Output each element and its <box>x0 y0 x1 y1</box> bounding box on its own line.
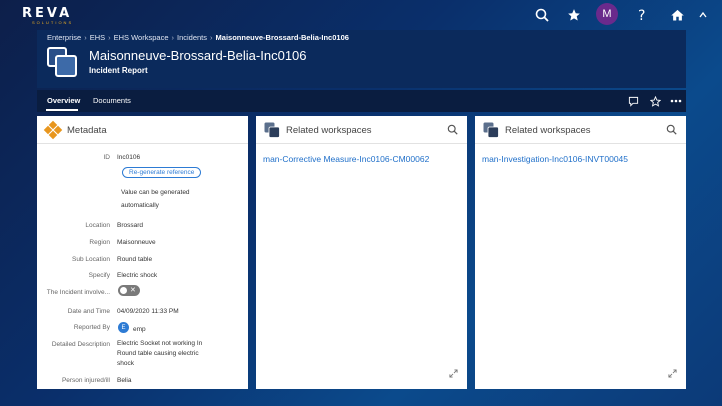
active-tab-indicator <box>46 109 78 111</box>
page-subtitle: Incident Report <box>89 66 148 75</box>
reported-by-name[interactable]: emp <box>133 326 146 333</box>
reporter-avatar: E <box>118 322 129 333</box>
user-avatar[interactable]: M <box>596 3 618 25</box>
field-value: Brossard <box>117 222 144 229</box>
related-workspace-link[interactable]: man-Investigation-Inc0106-INVT00045 <box>482 154 628 164</box>
breadcrumb-ehs-workspace[interactable]: EHS Workspace <box>114 33 169 42</box>
star-icon[interactable] <box>563 4 585 26</box>
top-bar: REVA SOLUTIONS M ? <box>0 0 722 30</box>
home-icon[interactable] <box>666 4 688 26</box>
breadcrumb-current: Maisonneuve-Brossard-Belia-Inc0106 <box>215 33 349 42</box>
reva-logo[interactable]: REVA SOLUTIONS <box>22 7 82 26</box>
favorite-star-icon[interactable] <box>648 94 662 108</box>
breadcrumb-separator: › <box>210 33 213 42</box>
metadata-card-header: Metadata <box>37 116 248 144</box>
field-label: Location <box>85 222 110 229</box>
field-label: Region <box>89 239 110 246</box>
description-value: Electric Socket not working In Round tab… <box>117 340 203 367</box>
expand-icon[interactable] <box>449 369 459 379</box>
related-workspaces-header: Related workspaces <box>256 116 467 144</box>
breadcrumb-ehs[interactable]: EHS <box>90 33 105 42</box>
regenerate-reference-button[interactable]: Re-generate reference <box>122 167 202 178</box>
logo-text: REVA <box>22 6 73 21</box>
tab-documents[interactable]: Documents <box>93 96 131 105</box>
related-workspaces-title: Related workspaces <box>505 125 591 136</box>
breadcrumb-separator: › <box>171 33 175 42</box>
metadata-icon <box>43 120 63 140</box>
breadcrumb-incidents[interactable]: Incidents <box>177 33 207 42</box>
workspace-icon <box>264 122 280 138</box>
field-label: Reported By <box>73 324 110 331</box>
field-label: ID <box>103 154 111 161</box>
incident-involve-toggle[interactable]: ✕ <box>118 285 140 296</box>
field-label: Specify <box>88 272 110 279</box>
comment-icon[interactable] <box>626 94 640 108</box>
help-icon[interactable]: ? <box>631 4 653 26</box>
page-title: Maisonneuve-Brossard-Belia-Inc0106 <box>89 48 307 63</box>
regenerate-note: Value can be generated automatically <box>121 189 190 209</box>
breadcrumb-separator: › <box>108 33 111 42</box>
field-value: Round table <box>117 256 153 263</box>
search-icon[interactable] <box>666 124 678 136</box>
field-label: The Incident involve... <box>46 289 110 296</box>
workspace-icon <box>47 47 77 77</box>
field-value: Maisonneuve <box>117 239 156 246</box>
related-workspaces-card-2: Related workspaces man-Investigation-Inc… <box>475 116 686 389</box>
breadcrumb-separator: › <box>84 33 87 42</box>
related-workspaces-card-1: Related workspaces man-Corrective Measur… <box>256 116 467 389</box>
field-value: Inc0106 <box>117 154 141 161</box>
tab-overview[interactable]: Overview <box>47 96 80 105</box>
search-icon[interactable] <box>531 4 553 26</box>
workspace-header: Enterprise › EHS › EHS Workspace › Incidents › M… <box>37 30 686 88</box>
metadata-title: Metadata <box>67 125 107 136</box>
workspace-icon <box>483 122 499 138</box>
field-label: Detailed Description <box>51 341 110 348</box>
related-workspace-link[interactable]: man-Corrective Measure-Inc0106-CM00062 <box>263 154 429 164</box>
breadcrumb: Enterprise › EHS › EHS Workspace › Incidents › M… <box>47 33 349 42</box>
related-workspaces-header: Related workspaces <box>475 116 686 144</box>
field-label: Person injured/ill <box>61 377 110 384</box>
expand-icon[interactable] <box>668 369 678 379</box>
field-value: 04/09/2020 11:33 PM <box>117 308 179 315</box>
field-value: Electric shock <box>117 272 158 279</box>
metadata-card: Metadata ID Inc0106 Re-generate referenc… <box>37 116 248 389</box>
svg-text:?: ? <box>638 8 645 23</box>
search-icon[interactable] <box>447 124 459 136</box>
breadcrumb-enterprise[interactable]: Enterprise <box>47 33 81 42</box>
related-workspaces-title: Related workspaces <box>286 125 372 136</box>
more-options-icon[interactable] <box>669 94 683 108</box>
chevron-up-icon[interactable] <box>696 4 710 26</box>
field-label: Sub Location <box>72 256 110 263</box>
field-label: Date and Time <box>67 308 110 315</box>
logo-subtext: SOLUTIONS <box>32 20 74 25</box>
field-value: Belia <box>117 377 132 384</box>
tabs-bar: Overview Documents <box>37 90 686 112</box>
